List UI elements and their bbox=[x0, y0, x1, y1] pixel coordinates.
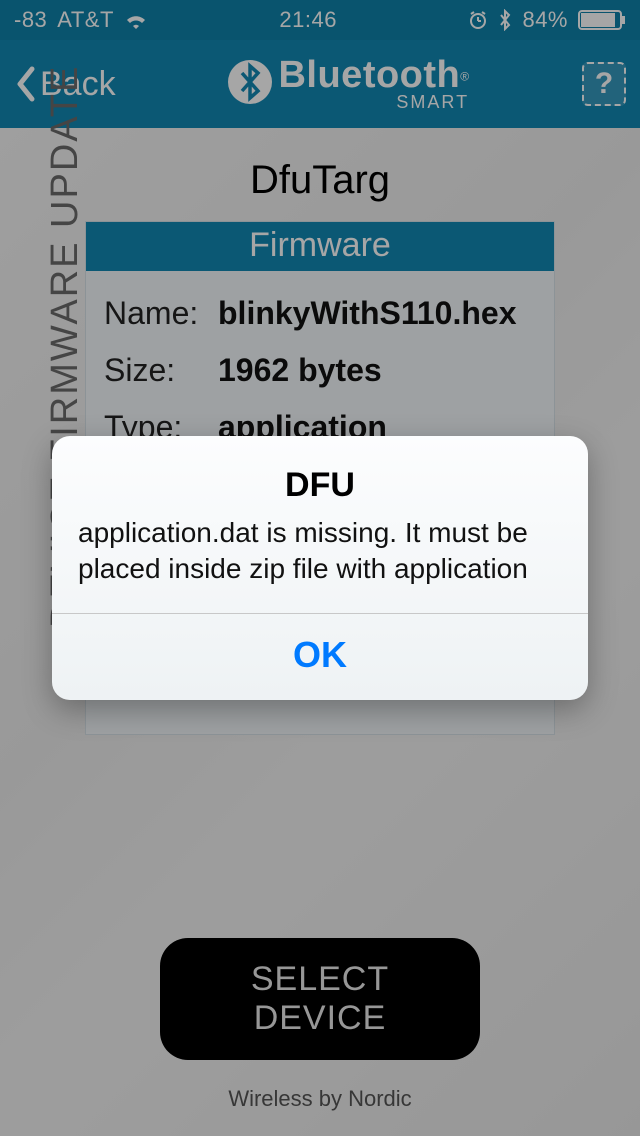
alert-dialog: DFU application.dat is missing. It must … bbox=[52, 436, 588, 701]
alert-message: application.dat is missing. It must be p… bbox=[78, 515, 562, 588]
alert-ok-button[interactable]: OK bbox=[52, 614, 588, 700]
modal-overlay: DFU application.dat is missing. It must … bbox=[0, 0, 640, 1136]
alert-title: DFU bbox=[78, 466, 562, 505]
